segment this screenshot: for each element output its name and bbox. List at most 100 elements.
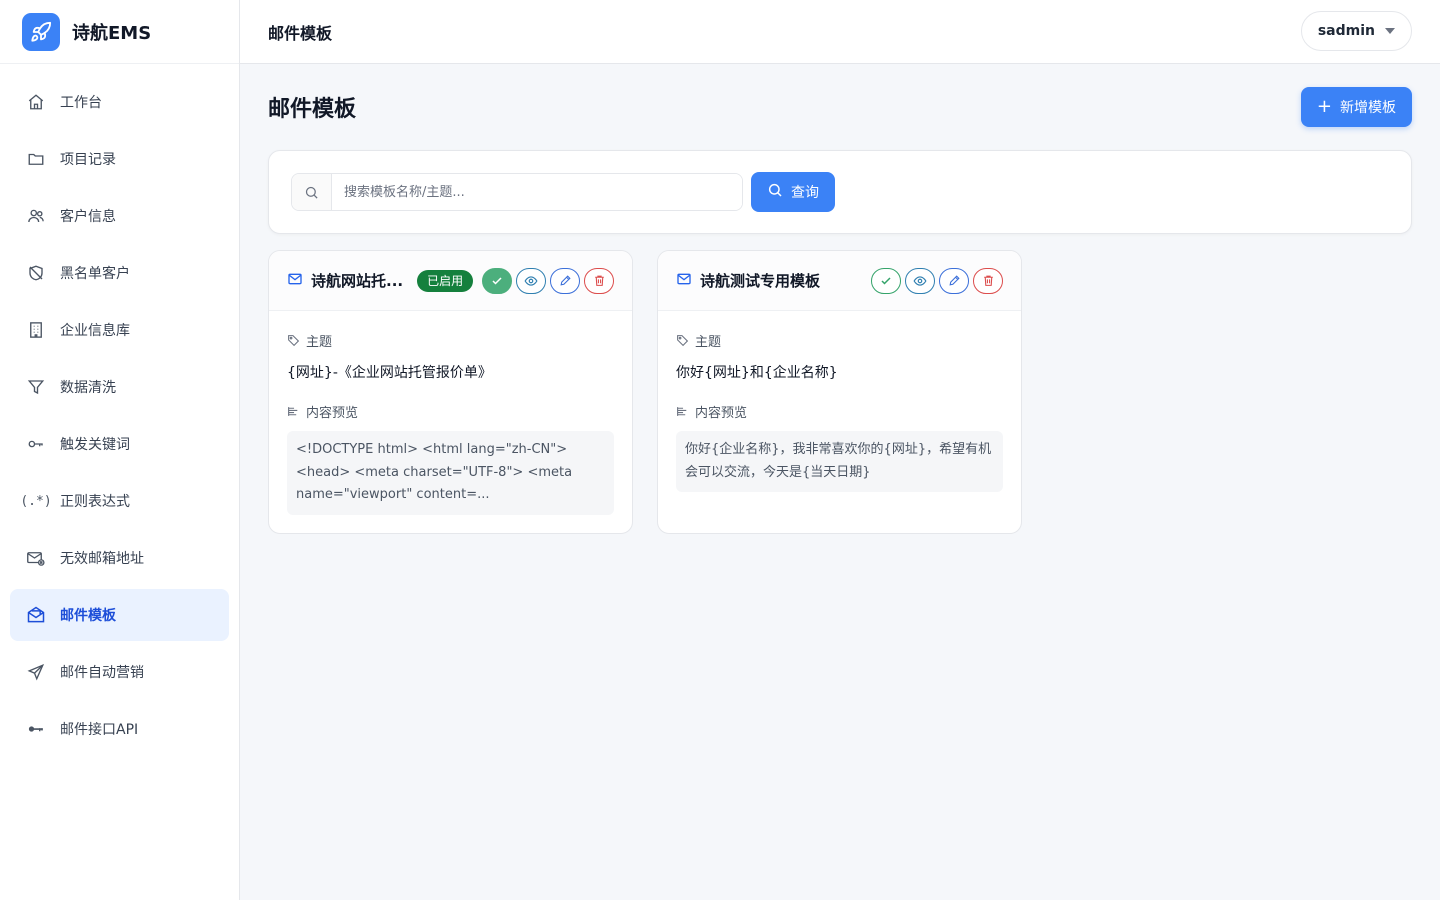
sidebar-item-label: 无效邮箱地址 (60, 551, 144, 567)
template-card-header: 诗航网站托... 已启用 (269, 251, 632, 311)
sidebar-item-label: 邮件自动营销 (60, 665, 144, 681)
sidebar-item-dashboard[interactable]: 工作台 (10, 76, 229, 128)
sidebar-item-company-db[interactable]: 企业信息库 (10, 304, 229, 356)
eye-icon (913, 275, 927, 286)
username: sadmin (1317, 23, 1375, 39)
sidebar-item-label: 数据清洗 (60, 380, 116, 396)
add-template-button[interactable]: + 新增模板 (1300, 87, 1412, 127)
preview-button[interactable] (516, 267, 546, 294)
enable-button[interactable] (871, 267, 901, 294)
sidebar-item-keywords[interactable]: 触发关键词 (10, 418, 229, 470)
sidebar-item-label: 项目记录 (60, 152, 116, 168)
delete-button[interactable] (584, 267, 614, 294)
trash-icon (594, 275, 604, 286)
search-box (291, 173, 743, 211)
align-left-icon (288, 407, 298, 416)
sidebar-item-email-templates[interactable]: 邮件模板 (10, 589, 229, 641)
folder-icon (26, 149, 46, 169)
mail-icon (676, 271, 692, 291)
sidebar: 诗航EMS 工作台 项目记录 客户信息 黑名单客户 企业信息库 数据清洗 触发关… (0, 0, 240, 900)
sidebar-item-label: 邮件接口API (60, 722, 139, 738)
edit-button[interactable] (939, 267, 969, 294)
add-template-label: 新增模板 (1340, 100, 1396, 116)
template-actions (871, 267, 1003, 294)
preview-label: 内容预览 (676, 402, 1003, 421)
template-card: 诗航网站托... 已启用 主题 {网址}-《企业网站托管报价单》 内容预览 <!… (268, 250, 633, 534)
mail-open-icon (26, 605, 46, 625)
template-card-body: 主题 {网址}-《企业网站托管报价单》 内容预览 <!DOCTYPE html>… (269, 311, 632, 533)
template-preview: 你好{企业名称}，我非常喜欢你的{网址}，希望有机会可以交流，今天是{当天日期} (676, 431, 1003, 492)
search-panel: 查询 (268, 150, 1412, 234)
pencil-icon (948, 275, 960, 286)
tag-icon (288, 335, 300, 347)
template-subject: {网址}-《企业网站托管报价单》 (287, 365, 492, 381)
template-subject: 你好{网址}和{企业名称} (676, 365, 838, 381)
sidebar-nav: 工作台 项目记录 客户信息 黑名单客户 企业信息库 数据清洗 触发关键词 (.*… (0, 64, 239, 755)
sidebar-item-label: 邮件模板 (60, 608, 116, 624)
preview-button[interactable] (905, 267, 935, 294)
search-icon (767, 182, 783, 202)
sidebar-item-data-cleaning[interactable]: 数据清洗 (10, 361, 229, 413)
template-card-body: 主题 你好{网址}和{企业名称} 内容预览 你好{企业名称}，我非常喜欢你的{网… (658, 311, 1021, 510)
subject-label: 主题 (287, 331, 614, 350)
sidebar-item-label: 触发关键词 (60, 437, 130, 453)
topbar-title: 邮件模板 (268, 23, 333, 43)
topbar: 邮件模板 sadmin (240, 0, 1440, 64)
building-icon (26, 320, 46, 340)
plus-icon: + (1316, 96, 1332, 117)
sidebar-item-email-api[interactable]: 邮件接口API (10, 703, 229, 755)
brand[interactable]: 诗航EMS (0, 0, 239, 64)
key-icon (26, 434, 46, 454)
shield-off-icon (26, 263, 46, 283)
sidebar-item-invalid-emails[interactable]: 无效邮箱地址 (10, 532, 229, 584)
sidebar-item-blacklist[interactable]: 黑名单客户 (10, 247, 229, 299)
delete-button[interactable] (973, 267, 1003, 294)
page-header: 邮件模板 + 新增模板 (268, 64, 1412, 150)
filter-icon (26, 377, 46, 397)
template-list: 诗航网站托... 已启用 主题 {网址}-《企业网站托管报价单》 内容预览 <!… (268, 250, 1412, 534)
query-button-label: 查询 (791, 185, 819, 201)
caret-down-icon (1385, 28, 1395, 34)
sidebar-item-label: 黑名单客户 (60, 266, 130, 282)
search-input[interactable] (332, 174, 742, 210)
template-name: 诗航网站托... (311, 272, 404, 290)
template-actions (482, 267, 614, 294)
sidebar-item-regex[interactable]: (.*) 正则表达式 (10, 475, 229, 527)
template-preview: <!DOCTYPE html> <html lang="zh-CN"> <hea… (287, 431, 614, 515)
app-name: 诗航EMS (72, 22, 152, 44)
subject-label: 主题 (676, 331, 1003, 350)
template-name: 诗航测试专用模板 (700, 272, 821, 290)
template-card-header: 诗航测试专用模板 (658, 251, 1021, 311)
sidebar-item-auto-marketing[interactable]: 邮件自动营销 (10, 646, 229, 698)
rocket-icon (22, 12, 60, 51)
preview-label: 内容预览 (287, 402, 614, 421)
users-icon (26, 206, 46, 226)
align-left-icon (677, 407, 687, 416)
trash-icon (983, 275, 993, 286)
query-button[interactable]: 查询 (751, 172, 835, 212)
page-title: 邮件模板 (268, 97, 357, 122)
mail-icon (287, 271, 303, 291)
main-content: 邮件模板 + 新增模板 查询 诗航网站托... (268, 64, 1412, 534)
tag-icon (677, 335, 689, 347)
api-key-icon (26, 719, 46, 739)
enable-button[interactable] (482, 267, 512, 294)
edit-button[interactable] (550, 267, 580, 294)
home-icon (26, 92, 46, 112)
eye-icon (524, 275, 538, 286)
sidebar-item-customers[interactable]: 客户信息 (10, 190, 229, 242)
sidebar-item-projects[interactable]: 项目记录 (10, 133, 229, 185)
template-card: 诗航测试专用模板 主题 你好{网址}和{企业名称} 内容预览 你好{企业名称}，… (657, 250, 1022, 534)
search-icon (292, 174, 332, 210)
status-badge: 已启用 (417, 269, 474, 292)
user-menu-button[interactable]: sadmin (1300, 11, 1412, 51)
sidebar-item-label: 企业信息库 (60, 323, 130, 339)
mail-x-icon (26, 548, 46, 568)
check-icon (881, 276, 891, 285)
sidebar-item-label: 正则表达式 (60, 494, 130, 510)
check-icon (492, 276, 502, 285)
pencil-icon (559, 275, 571, 286)
send-icon (26, 662, 46, 682)
sidebar-item-label: 客户信息 (60, 209, 116, 225)
sidebar-item-label: 工作台 (60, 95, 102, 111)
